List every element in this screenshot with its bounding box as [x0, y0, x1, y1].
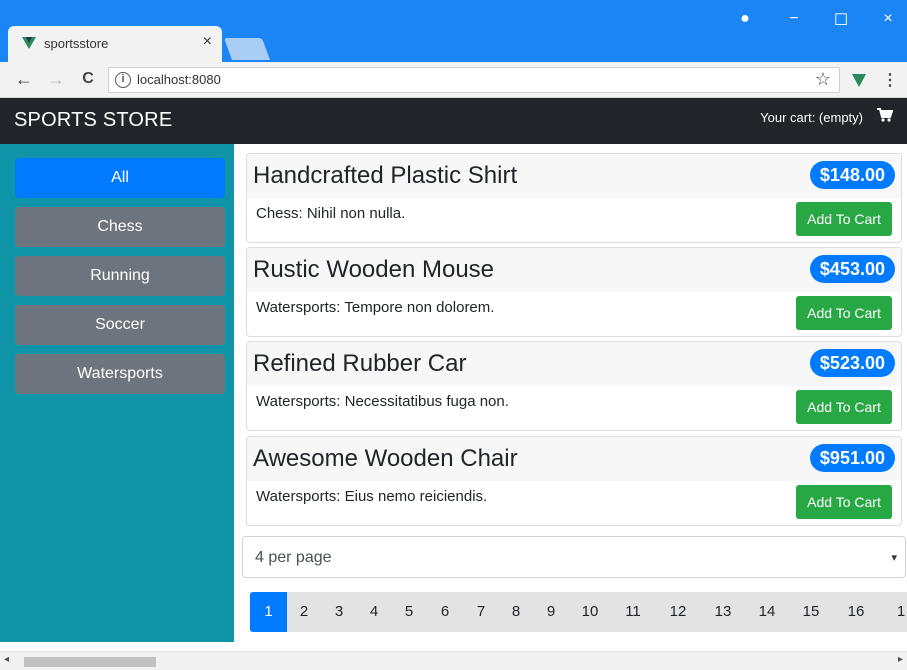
bookmark-star-icon[interactable]: ☆ — [815, 69, 831, 90]
page-size-select[interactable]: 4 per page ▾ — [242, 536, 906, 578]
category-button-watersports[interactable]: Watersports — [15, 354, 225, 394]
browser-tab[interactable]: sportsstore × — [8, 26, 222, 62]
tab-close-icon[interactable]: × — [203, 33, 212, 51]
product-header: Awesome Wooden Chair $951.00 — [247, 437, 901, 481]
price-badge: $951.00 — [809, 444, 895, 472]
shopping-cart-icon[interactable] — [877, 108, 894, 126]
category-button-running[interactable]: Running — [15, 256, 225, 296]
minimize-icon[interactable]: − — [779, 10, 809, 28]
category-button-all[interactable]: All — [15, 158, 225, 198]
browser-toolbar: ← → C i localhost:8080 ☆ ⋮ — [0, 62, 907, 98]
product-name: Refined Rubber Car — [253, 350, 467, 377]
product-header: Rustic Wooden Mouse $453.00 — [247, 248, 901, 292]
maximize-icon[interactable]: ☐ — [826, 10, 856, 30]
product-description: Watersports: Eius nemo reiciendis. — [256, 488, 488, 505]
reload-icon[interactable]: C — [78, 70, 98, 88]
product-card: Rustic Wooden Mouse $453.00 Watersports:… — [246, 247, 902, 337]
product-description: Watersports: Tempore non dolorem. — [256, 299, 495, 316]
add-to-cart-button[interactable]: Add To Cart — [796, 485, 892, 519]
vue-devtools-extension-icon[interactable] — [852, 74, 866, 87]
chevron-down-icon: ▾ — [891, 552, 897, 564]
scrollbar-thumb[interactable] — [24, 657, 156, 667]
page-button-17[interactable]: 1 — [879, 592, 907, 632]
page-button-12[interactable]: 12 — [655, 592, 701, 632]
pagination: 1 2 3 4 5 6 7 8 9 10 11 12 13 14 15 16 1 — [250, 592, 907, 632]
store-brand: SPORTS STORE — [14, 109, 173, 131]
price-badge: $453.00 — [809, 255, 895, 283]
page-button-14[interactable]: 14 — [745, 592, 789, 632]
product-name: Rustic Wooden Mouse — [253, 256, 495, 283]
category-sidebar: All Chess Running Soccer Watersports — [0, 144, 234, 642]
page-size-value: 4 per page — [255, 549, 332, 566]
product-card: Handcrafted Plastic Shirt $148.00 Chess:… — [246, 153, 902, 243]
add-to-cart-button[interactable]: Add To Cart — [796, 296, 892, 330]
info-icon[interactable]: i — [115, 72, 131, 88]
product-header: Handcrafted Plastic Shirt $148.00 — [247, 154, 901, 198]
page-button-2[interactable]: 2 — [287, 592, 321, 632]
url-text[interactable]: localhost:8080 — [137, 72, 221, 87]
page-button-13[interactable]: 13 — [701, 592, 745, 632]
product-card: Awesome Wooden Chair $951.00 Watersports… — [246, 436, 902, 526]
page-button-6[interactable]: 6 — [427, 592, 463, 632]
product-name: Awesome Wooden Chair — [253, 445, 518, 472]
product-card: Refined Rubber Car $523.00 Watersports: … — [246, 341, 902, 431]
forward-arrow-icon[interactable]: → — [46, 69, 66, 90]
price-badge: $523.00 — [809, 349, 895, 377]
page-button-3[interactable]: 3 — [321, 592, 357, 632]
page-button-7[interactable]: 7 — [463, 592, 499, 632]
product-name: Handcrafted Plastic Shirt — [253, 162, 518, 189]
address-bar[interactable]: i localhost:8080 ☆ — [108, 67, 840, 93]
page-button-11[interactable]: 11 — [611, 592, 655, 632]
page-button-9[interactable]: 9 — [533, 592, 569, 632]
price-badge: $148.00 — [809, 161, 895, 189]
new-tab-button[interactable] — [223, 38, 271, 60]
product-header: Refined Rubber Car $523.00 — [247, 342, 901, 386]
scroll-right-arrow-icon[interactable]: ▸ — [898, 654, 903, 665]
browser-menu-icon[interactable]: ⋮ — [882, 70, 898, 90]
page-button-15[interactable]: 15 — [789, 592, 833, 632]
scroll-left-arrow-icon[interactable]: ◂ — [4, 654, 9, 665]
add-to-cart-button[interactable]: Add To Cart — [796, 390, 892, 424]
category-button-chess[interactable]: Chess — [15, 207, 225, 247]
product-description: Chess: Nihil non nulla. — [256, 205, 406, 222]
browser-titlebar: sportsstore × ● − ☐ × — [0, 0, 907, 62]
page-button-5[interactable]: 5 — [391, 592, 427, 632]
category-button-soccer[interactable]: Soccer — [15, 305, 225, 345]
product-description: Watersports: Necessitatibus fuga non. — [256, 393, 509, 410]
close-window-icon[interactable]: × — [873, 10, 903, 28]
page-button-8[interactable]: 8 — [499, 592, 533, 632]
account-icon[interactable]: ● — [730, 10, 760, 28]
page-button-10[interactable]: 10 — [569, 592, 611, 632]
cart-summary[interactable]: Your cart: (empty) — [760, 110, 863, 125]
page-button-16[interactable]: 16 — [833, 592, 879, 632]
page-button-4[interactable]: 4 — [357, 592, 391, 632]
back-arrow-icon[interactable]: ← — [14, 69, 34, 90]
app-navbar: SPORTS STORE Your cart: (empty) — [0, 98, 907, 144]
vue-logo-icon — [22, 37, 36, 49]
add-to-cart-button[interactable]: Add To Cart — [796, 202, 892, 236]
page-button-1[interactable]: 1 — [250, 592, 287, 632]
horizontal-scrollbar[interactable]: ◂ ▸ — [0, 651, 907, 670]
tab-title: sportsstore — [44, 36, 109, 51]
